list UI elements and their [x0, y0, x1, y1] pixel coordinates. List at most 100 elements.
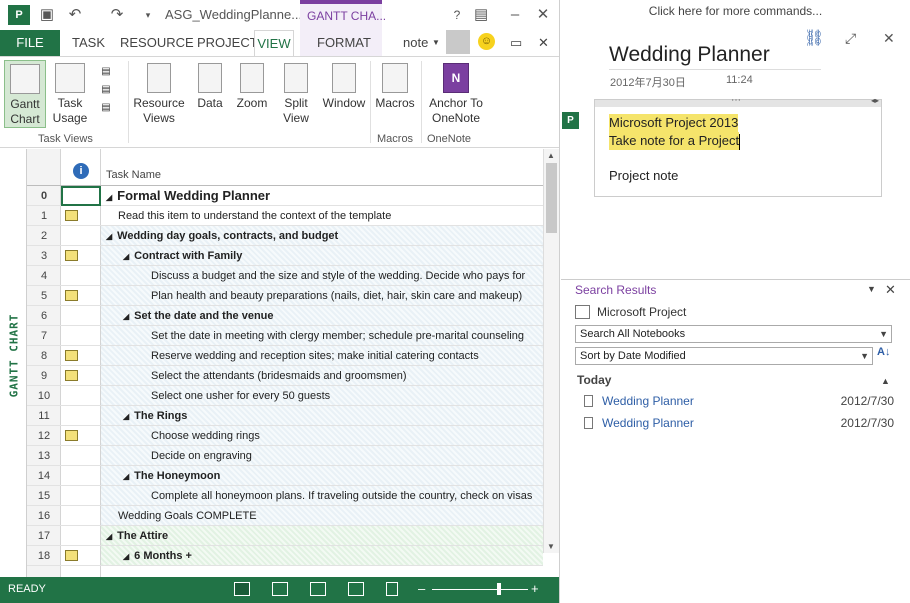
row-number[interactable]: 7: [27, 326, 61, 346]
task-name-cell[interactable]: ◢ The Honeymoon: [123, 466, 220, 487]
row-number[interactable]: 13: [27, 446, 61, 466]
split-view-button[interactable]: Split View: [277, 63, 315, 126]
more-task-views[interactable]: ▤ ▤ ▤: [95, 63, 117, 117]
collapse-triangle-icon[interactable]: ◢: [123, 412, 129, 421]
table-row[interactable]: 17 ◢ The Attire: [27, 526, 543, 546]
macros-button[interactable]: Macros: [373, 63, 417, 111]
vertical-scrollbar[interactable]: ▲ ▼: [543, 149, 559, 553]
gantt-chart-button[interactable]: Gantt Chart: [4, 60, 46, 128]
row-number[interactable]: 1: [27, 206, 61, 226]
ribbon-options-icon[interactable]: ▤: [474, 5, 488, 25]
search-result-item[interactable]: Wedding Planner 2012/7/30: [584, 393, 894, 411]
resource-sheet-shortcut-icon[interactable]: [348, 582, 364, 596]
table-row[interactable]: 18 ◢ 6 Months +: [27, 546, 543, 566]
task-name-header[interactable]: Task Name: [106, 169, 161, 181]
collapse-triangle-icon[interactable]: ◢: [123, 252, 129, 261]
help-button[interactable]: ?: [450, 5, 464, 25]
tab-task[interactable]: TASK: [72, 30, 105, 56]
collapse-triangle-icon[interactable]: ◢: [123, 312, 129, 321]
table-row[interactable]: 13 Decide on engraving: [27, 446, 543, 466]
table-row[interactable]: 0 ◢ Formal Wedding Planner: [27, 186, 543, 206]
restore-icon[interactable]: ▭: [510, 30, 522, 56]
table-row[interactable]: 8 Reserve wedding and reception sites; ma…: [27, 346, 543, 366]
tab-file[interactable]: FILE: [0, 30, 60, 56]
customize-qat-icon[interactable]: ▾: [142, 5, 154, 25]
tab-resource[interactable]: RESOURCE: [120, 30, 194, 56]
row-number[interactable]: 6: [27, 306, 61, 326]
page-title[interactable]: Wedding Planner: [609, 43, 770, 67]
task-name-cell[interactable]: Complete all honeymoon plans. If traveli…: [151, 486, 532, 506]
table-row[interactable]: 9 Select the attendants (bridesmaids and …: [27, 366, 543, 386]
task-usage-shortcut-icon[interactable]: [272, 582, 288, 596]
row-number[interactable]: 12: [27, 426, 61, 446]
resource-views-button[interactable]: Resource Views: [133, 63, 185, 126]
table-row[interactable]: 10 Select one usher for every 50 guests: [27, 386, 543, 406]
table-row[interactable]: 4 Discuss a budget and the size and style…: [27, 266, 543, 286]
more-commands-bar[interactable]: Click here for more commands...: [561, 4, 910, 18]
smiley-feedback-icon[interactable]: ☺: [478, 33, 495, 50]
note-container[interactable]: ⋯ ◂▸ Microsoft Project 2013 Take note for…: [594, 95, 882, 197]
user-name[interactable]: note: [403, 30, 428, 56]
scroll-up-icon[interactable]: ▲: [547, 151, 555, 160]
table-row[interactable]: 15 Complete all honeymoon plans. If trave…: [27, 486, 543, 506]
row-number[interactable]: 18: [27, 546, 61, 566]
note-indicator-icon[interactable]: [65, 210, 78, 221]
task-name-cell[interactable]: ◢ Formal Wedding Planner: [106, 186, 270, 208]
scroll-thumb[interactable]: [546, 163, 557, 233]
row-number[interactable]: 17: [27, 526, 61, 546]
row-number[interactable]: 4: [27, 266, 61, 286]
expand-icon[interactable]: ⤢: [845, 30, 856, 47]
tab-view[interactable]: VIEW: [254, 30, 294, 56]
collapse-triangle-icon[interactable]: ◢: [123, 472, 129, 481]
table-row[interactable]: 1 Read this item to understand the contex…: [27, 206, 543, 226]
task-name-cell[interactable]: Read this item to understand the context…: [118, 206, 391, 226]
zoom-out-icon[interactable]: –: [418, 581, 425, 596]
row-number[interactable]: 16: [27, 506, 61, 526]
row-number[interactable]: 2: [27, 226, 61, 246]
note-indicator-icon[interactable]: [65, 290, 78, 301]
task-name-cell[interactable]: Plan health and beauty preparations (nai…: [151, 286, 522, 306]
user-dropdown-icon[interactable]: ▼: [432, 30, 440, 56]
task-name-cell[interactable]: Set the date in meeting with clergy memb…: [151, 326, 524, 346]
note-container-handle[interactable]: ⋯ ◂▸: [595, 95, 881, 107]
row-number[interactable]: 0: [27, 186, 61, 206]
data-button[interactable]: Data: [193, 63, 227, 111]
zoom-in-icon[interactable]: +: [531, 581, 539, 596]
table-row[interactable]: 3 ◢ Contract with Family: [27, 246, 543, 266]
table-row[interactable]: 12 Choose wedding rings: [27, 426, 543, 446]
window-button[interactable]: Window: [321, 63, 367, 111]
collapse-triangle-icon[interactable]: ◢: [106, 193, 112, 202]
task-name-cell[interactable]: Wedding Goals COMPLETE: [118, 506, 257, 526]
row-number[interactable]: 14: [27, 466, 61, 486]
task-name-cell[interactable]: Discuss a budget and the size and style …: [151, 266, 525, 286]
row-number[interactable]: 10: [27, 386, 61, 406]
note-line-3[interactable]: Project note: [609, 168, 678, 183]
collapse-triangle-icon[interactable]: ◢: [106, 532, 112, 541]
table-row[interactable]: 2 ◢ Wedding day goals, contracts, and budg…: [27, 226, 543, 246]
task-name-cell[interactable]: ◢ Wedding day goals, contracts, and budge…: [106, 226, 338, 247]
note-line-1[interactable]: Microsoft Project 2013: [609, 114, 739, 132]
result-name[interactable]: Wedding Planner: [602, 416, 694, 430]
note-line-2[interactable]: Take note for a Project: [609, 132, 740, 150]
note-indicator-icon[interactable]: [65, 250, 78, 261]
row-number[interactable]: 11: [27, 406, 61, 426]
scroll-down-icon[interactable]: ▼: [547, 542, 555, 551]
task-name-cell[interactable]: ◢ Contract with Family: [123, 246, 242, 267]
sort-dropdown[interactable]: Sort by Date Modified ▼: [575, 347, 873, 365]
row-number[interactable]: 15: [27, 486, 61, 506]
minimize-icon[interactable]: –: [508, 5, 522, 25]
table-row[interactable]: 16 Wedding Goals COMPLETE: [27, 506, 543, 526]
row-number[interactable]: 3: [27, 246, 61, 266]
search-scope-dropdown[interactable]: Search All Notebooks ▼: [575, 325, 892, 343]
table-row[interactable]: 11 ◢ The Rings: [27, 406, 543, 426]
close-icon[interactable]: ✕: [538, 30, 549, 56]
note-indicator-icon[interactable]: [65, 350, 78, 361]
result-name[interactable]: Wedding Planner: [602, 394, 694, 408]
zoom-slider[interactable]: [432, 589, 528, 590]
collapse-triangle-icon[interactable]: ◢: [123, 552, 129, 561]
close-window-icon[interactable]: ✕: [536, 5, 550, 25]
row-number[interactable]: 8: [27, 346, 61, 366]
task-name-cell[interactable]: Reserve wedding and reception sites; mak…: [151, 346, 479, 366]
note-indicator-icon[interactable]: [65, 430, 78, 441]
zoom-button[interactable]: Zoom: [235, 63, 269, 111]
